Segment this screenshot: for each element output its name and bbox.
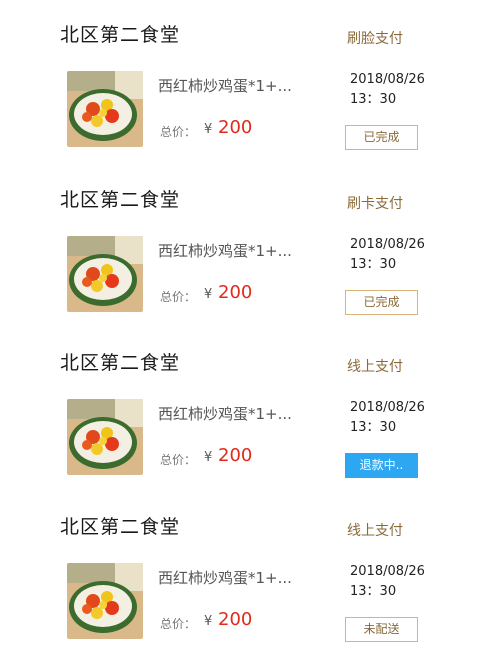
price-value: 200 <box>218 117 253 138</box>
dish-summary: 西红柿炒鸡蛋*1+... <box>158 405 292 423</box>
order-card[interactable]: 北区第二食堂 刷脸支付 西红柿炒鸡蛋*1+... 总价： ¥ 200 2018/… <box>0 20 500 170</box>
payment-method: 线上支付 <box>347 359 403 375</box>
order-time: 13：30 <box>350 257 397 272</box>
canteen-name: 北区第二食堂 <box>60 516 181 538</box>
price-value: 200 <box>218 445 253 466</box>
price-value: 200 <box>218 282 253 303</box>
order-list: 北区第二食堂 刷脸支付 西红柿炒鸡蛋*1+... 总价： ¥ 200 2018/… <box>0 0 500 646</box>
order-card[interactable]: 北区第二食堂 线上支付 西红柿炒鸡蛋*1+... 总价： ¥ 200 2018/… <box>0 512 500 662</box>
order-date: 2018/08/26 <box>350 400 425 415</box>
canteen-name: 北区第二食堂 <box>60 189 181 211</box>
status-button-refunding[interactable]: 退款中.. <box>345 453 418 478</box>
dish-summary: 西红柿炒鸡蛋*1+... <box>158 242 292 260</box>
dish-image[interactable] <box>67 71 143 147</box>
dish-image[interactable] <box>67 236 143 312</box>
total-label: 总价： <box>160 617 197 631</box>
order-datetime: 2018/08/26 13：30 <box>350 562 425 602</box>
status-button-completed[interactable]: 已完成 <box>345 290 418 315</box>
order-date: 2018/08/26 <box>350 237 425 252</box>
order-datetime: 2018/08/26 13：30 <box>350 235 425 275</box>
order-time: 13：30 <box>350 584 397 599</box>
order-card[interactable]: 北区第二食堂 刷卡支付 西红柿炒鸡蛋*1+... 总价： ¥ 200 2018/… <box>0 185 500 335</box>
payment-method: 刷脸支付 <box>347 31 403 47</box>
total-label: 总价： <box>160 290 197 304</box>
order-card[interactable]: 北区第二食堂 线上支付 西红柿炒鸡蛋*1+... 总价： ¥ 200 2018/… <box>0 348 500 498</box>
canteen-name: 北区第二食堂 <box>60 24 181 46</box>
currency-symbol: ¥ <box>204 287 213 302</box>
payment-method: 线上支付 <box>347 523 403 539</box>
payment-method: 刷卡支付 <box>347 196 403 212</box>
order-date: 2018/08/26 <box>350 564 425 579</box>
currency-symbol: ¥ <box>204 122 213 137</box>
order-datetime: 2018/08/26 13：30 <box>350 398 425 438</box>
dish-image[interactable] <box>67 563 143 639</box>
order-time: 13：30 <box>350 92 397 107</box>
status-button-completed[interactable]: 已完成 <box>345 125 418 150</box>
currency-symbol: ¥ <box>204 450 213 465</box>
dish-image[interactable] <box>67 399 143 475</box>
currency-symbol: ¥ <box>204 614 213 629</box>
canteen-name: 北区第二食堂 <box>60 352 181 374</box>
dish-summary: 西红柿炒鸡蛋*1+... <box>158 77 292 95</box>
order-time: 13：30 <box>350 420 397 435</box>
dish-summary: 西红柿炒鸡蛋*1+... <box>158 569 292 587</box>
price-value: 200 <box>218 609 253 630</box>
order-datetime: 2018/08/26 13：30 <box>350 70 425 110</box>
total-label: 总价： <box>160 125 197 139</box>
total-label: 总价： <box>160 453 197 467</box>
status-button-undelivered[interactable]: 未配送 <box>345 617 418 642</box>
order-date: 2018/08/26 <box>350 72 425 87</box>
